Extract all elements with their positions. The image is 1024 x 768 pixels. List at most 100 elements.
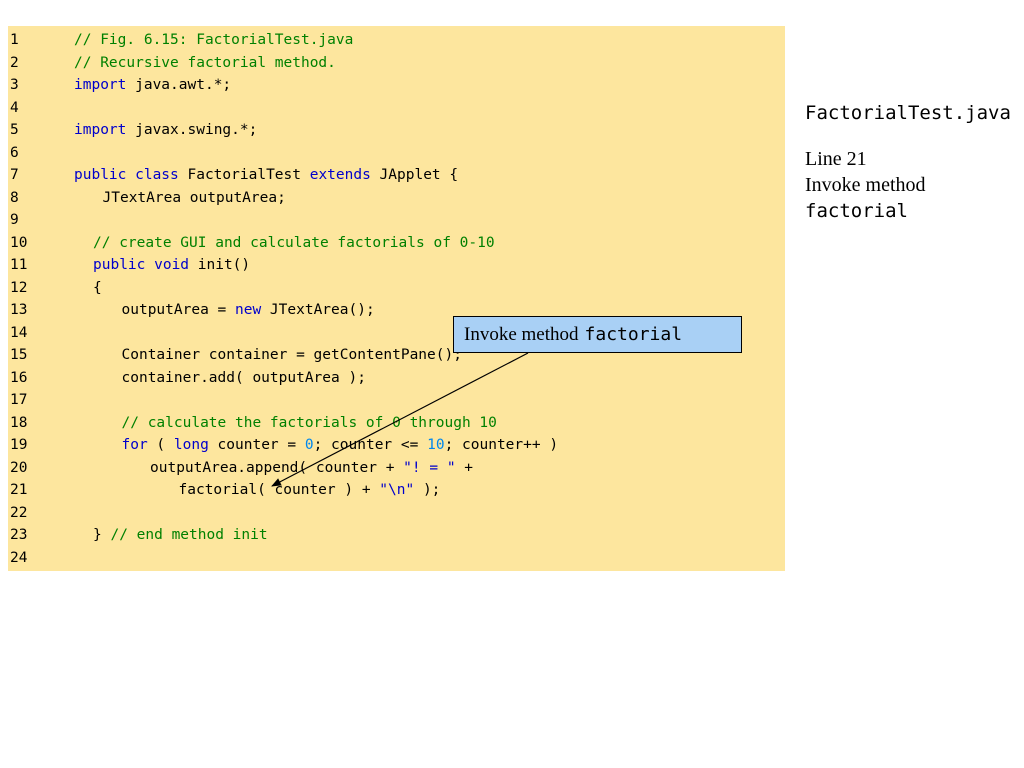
line-number: 16: [10, 369, 28, 386]
code-line: 16 container.add( outputArea );: [8, 367, 785, 390]
code-line: 20 outputArea.append( counter + "! = " +: [8, 457, 785, 480]
line-code: public class FactorialTest extends JAppl…: [74, 164, 458, 187]
code-token: counter =: [208, 437, 305, 453]
code-token: "\n": [379, 482, 415, 498]
code-line: 9: [8, 209, 785, 232]
code-token: new: [235, 302, 262, 318]
line-code: JTextArea outputArea;: [103, 187, 286, 210]
code-token: 0: [304, 437, 314, 453]
line-code: outputArea.append( counter + "! = " +: [150, 457, 473, 480]
code-token: // Recursive factorial method.: [74, 54, 336, 71]
side-notes: FactorialTest.java Line 21 Invoke method…: [805, 100, 1017, 224]
code-token: for: [121, 437, 148, 453]
line-code: container.add( outputArea );: [122, 367, 366, 390]
line-code: for ( long counter = 0; counter <= 10; c…: [122, 434, 559, 457]
code-token: ; counter <=: [313, 437, 428, 453]
code-token: }: [93, 527, 111, 543]
code-line: 5 import javax.swing.*;: [8, 119, 785, 142]
line-number: 15: [10, 347, 28, 363]
code-token: extends: [309, 167, 371, 183]
code-token: // create GUI and calculate factorials o…: [93, 234, 495, 251]
code-token: outputArea =: [121, 302, 235, 318]
line-number: 12: [10, 279, 28, 296]
line-code: // Fig. 6.15: FactorialTest.java: [74, 29, 353, 52]
line-code: Container container = getContentPane();: [122, 344, 462, 367]
code-token: JApplet {: [370, 167, 459, 183]
code-token: java.awt.*;: [126, 77, 232, 93]
line-number: 20: [10, 459, 28, 476]
line-code: factorial( counter ) + "\n" );: [179, 479, 441, 502]
line-number: 9: [10, 212, 19, 228]
code-line: 10 // create GUI and calculate factorials…: [8, 232, 785, 255]
code-line: 24: [8, 547, 785, 570]
code-token: (: [147, 437, 174, 453]
line-number: 1: [10, 32, 19, 48]
side-line-label: Line 21: [805, 148, 867, 170]
line-number: 17: [10, 392, 28, 408]
code-line: 22: [8, 502, 785, 525]
code-line: 19 for ( long counter = 0; counter <= 10;…: [8, 434, 785, 457]
code-line: 7 public class FactorialTest extends JApp…: [8, 164, 785, 187]
code-token: FactorialTest: [178, 167, 310, 183]
code-line: 21 factorial( counter ) + "\n" );: [8, 479, 785, 502]
line-number: 13: [10, 302, 28, 318]
code-token: outputArea.append( counter +: [150, 459, 404, 476]
code-token: // end method init: [110, 527, 268, 543]
callout-box: Invoke method factorial: [453, 316, 742, 353]
code-token: init(): [189, 257, 251, 273]
code-token: ; counter++ ): [444, 437, 559, 453]
code-token: 10: [427, 437, 445, 453]
line-number: 6: [10, 144, 19, 161]
code-line: 17: [8, 389, 785, 412]
code-line: 6: [8, 142, 785, 165]
line-number: 4: [10, 99, 19, 116]
code-token: factorial( counter ) +: [178, 482, 380, 498]
side-invoke-code: factorial: [805, 200, 908, 222]
code-token: public class: [74, 167, 179, 183]
code-line: 12 {: [8, 277, 785, 300]
line-number: 5: [10, 122, 19, 138]
line-number: 14: [10, 324, 28, 341]
code-line: 8 JTextArea outputArea;: [8, 187, 785, 210]
line-code: {: [93, 277, 102, 300]
line-number: 7: [10, 167, 19, 183]
line-code: outputArea = new JTextArea();: [122, 299, 375, 322]
side-file-name: FactorialTest.java: [805, 102, 1011, 124]
code-token: long: [173, 437, 209, 453]
code-token: // calculate the factorials of 0 through…: [121, 414, 497, 431]
line-number: 21: [10, 482, 28, 498]
code-panel: 1 // Fig. 6.15: FactorialTest.java 2 // Rec…: [8, 26, 785, 571]
code-line: 18 // calculate the factorials of 0 throu…: [8, 412, 785, 435]
code-token: );: [414, 482, 441, 498]
code-line: 1 // Fig. 6.15: FactorialTest.java: [8, 29, 785, 52]
callout-code: factorial: [584, 324, 683, 345]
code-line: 2 // Recursive factorial method.: [8, 52, 785, 75]
line-code: public void init(): [93, 254, 250, 277]
line-number: 11: [10, 257, 28, 273]
line-number: 24: [10, 549, 28, 566]
code-token: javax.swing.*;: [126, 122, 258, 138]
code-line: 11 public void init(): [8, 254, 785, 277]
code-token: "! = ": [403, 459, 456, 476]
line-number: 18: [10, 414, 28, 431]
code-token: public void: [93, 257, 190, 273]
code-token: container.add( outputArea );: [121, 369, 366, 386]
line-number: 8: [10, 189, 19, 206]
line-code: // calculate the factorials of 0 through…: [122, 412, 497, 435]
line-code: } // end method init: [93, 524, 268, 547]
line-number: 19: [10, 437, 28, 453]
code-token: import: [74, 122, 127, 138]
code-token: {: [93, 279, 102, 296]
code-line: 23} // end method init: [8, 524, 785, 547]
line-number: 3: [10, 77, 19, 93]
line-code: import javax.swing.*;: [74, 119, 257, 142]
code-token: JTextArea();: [261, 302, 375, 318]
line-code: // Recursive factorial method.: [74, 52, 336, 75]
callout-prefix: Invoke method: [464, 323, 579, 345]
line-number: 2: [10, 54, 19, 71]
code-token: +: [455, 459, 474, 476]
code-token: // Fig. 6.15: FactorialTest.java: [74, 32, 354, 48]
code-line: 4: [8, 97, 785, 120]
code-line: 3 import java.awt.*;: [8, 74, 785, 97]
code-token: Container container = getContentPane();: [121, 347, 462, 363]
